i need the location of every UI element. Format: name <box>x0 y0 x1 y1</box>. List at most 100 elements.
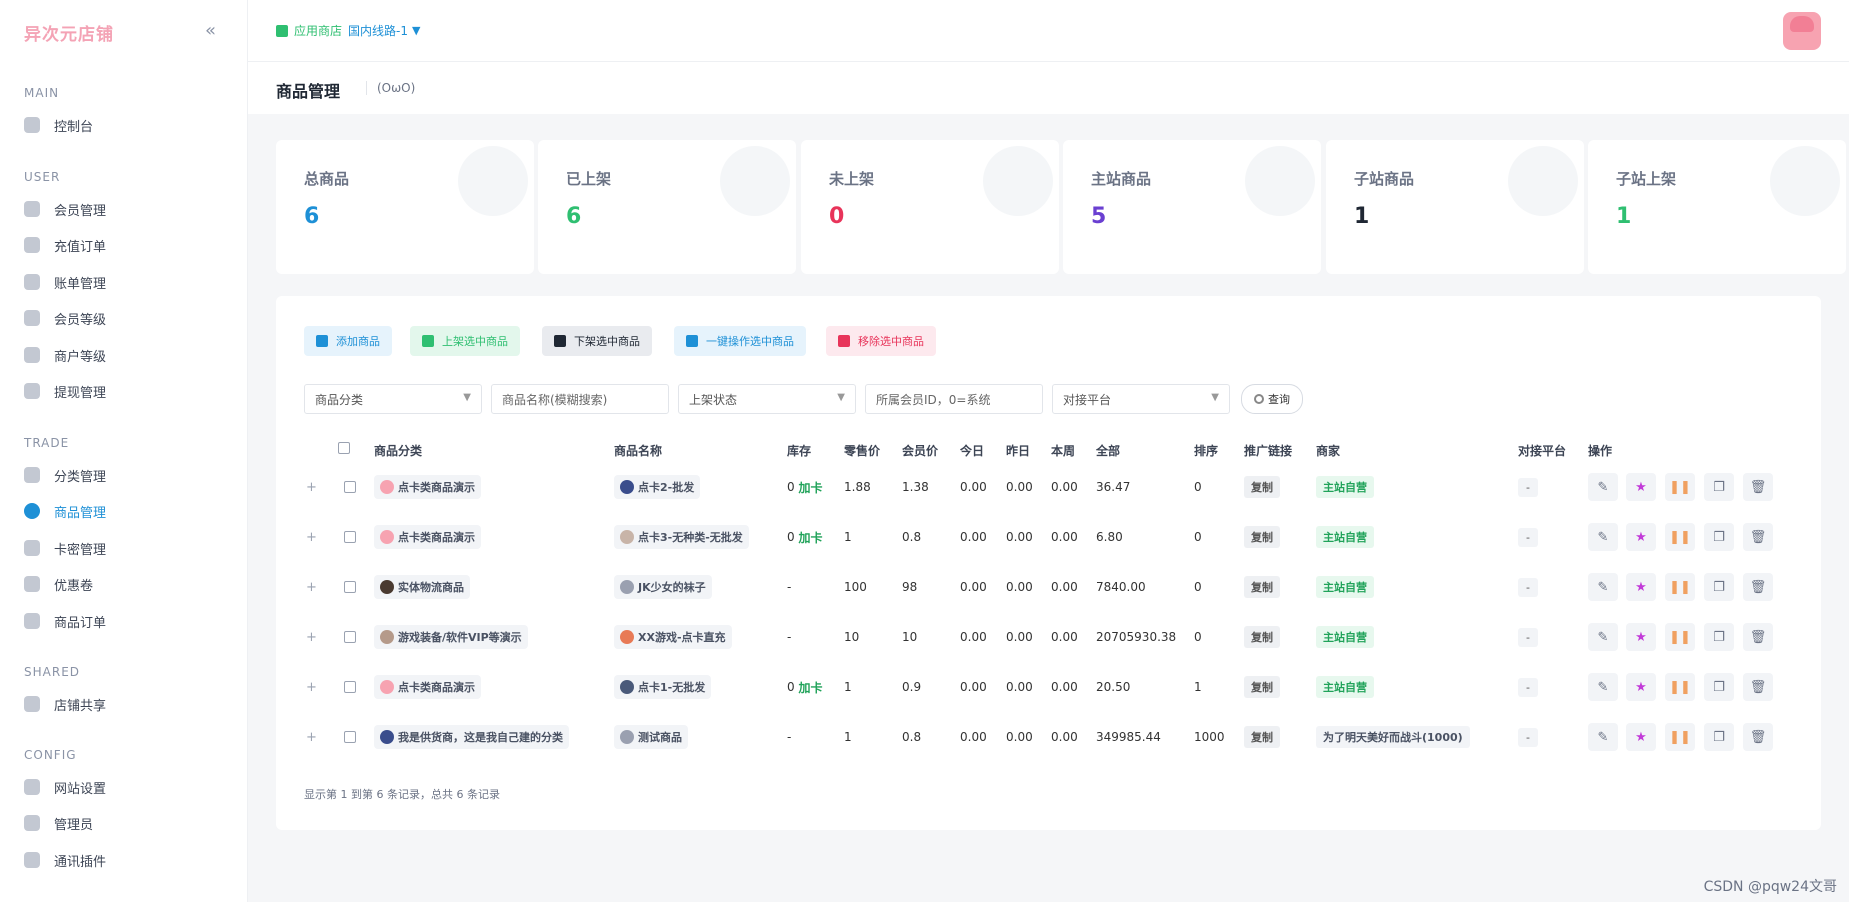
product-name-chip[interactable]: 点卡2-批发 <box>614 475 701 499</box>
copy-icon[interactable]: ❐ <box>1704 473 1734 501</box>
pause-icon[interactable]: ❚❚ <box>1665 723 1695 751</box>
copy-icon[interactable]: ❐ <box>1704 623 1734 651</box>
product-name-chip[interactable]: 测试商品 <box>614 725 688 749</box>
sidebar-item-recharge-orders[interactable]: 充值订单 <box>24 233 106 257</box>
row-checkbox[interactable] <box>344 631 356 643</box>
expand-icon[interactable]: + <box>306 680 317 695</box>
expand-icon[interactable]: + <box>306 480 317 495</box>
star-icon[interactable]: ★ <box>1626 573 1656 601</box>
store-switcher[interactable]: 应用商店 国内线路-1 ▼ <box>276 22 420 39</box>
collapse-sidebar-icon[interactable]: « <box>205 20 216 41</box>
add-product-button[interactable]: 添加商品 <box>304 326 392 356</box>
expand-icon[interactable]: + <box>306 530 317 545</box>
star-icon[interactable]: ★ <box>1626 723 1656 751</box>
avatar[interactable] <box>1783 12 1821 50</box>
sidebar-item-products[interactable]: 商品管理 <box>24 499 106 523</box>
edit-icon[interactable]: ✎ <box>1588 573 1618 601</box>
copy-icon[interactable]: ❐ <box>1704 673 1734 701</box>
unlist-selected-button[interactable]: 下架选中商品 <box>542 326 652 356</box>
edit-icon[interactable]: ✎ <box>1588 673 1618 701</box>
product-name-chip[interactable]: JK少女的袜子 <box>614 575 712 599</box>
sidebar-item-card-keys[interactable]: 卡密管理 <box>24 536 106 560</box>
product-name-chip[interactable]: XX游戏-点卡直充 <box>614 625 732 649</box>
category-select[interactable]: 商品分类 ▼ <box>304 384 482 414</box>
expand-icon[interactable]: + <box>306 630 317 645</box>
sidebar-item-dashboard[interactable]: 控制台 <box>24 113 93 137</box>
product-name-chip[interactable]: 点卡1-无批发 <box>614 675 712 699</box>
category-chip[interactable]: 我是供货商，这是我自己建的分类 <box>374 725 569 749</box>
row-checkbox[interactable] <box>344 681 356 693</box>
category-chip[interactable]: 点卡类商品演示 <box>374 525 481 549</box>
category-chip[interactable]: 点卡类商品演示 <box>374 475 481 499</box>
sidebar-item-members[interactable]: 会员管理 <box>24 197 106 221</box>
edit-icon[interactable]: ✎ <box>1588 723 1618 751</box>
sidebar-item-product-orders[interactable]: 商品订单 <box>24 609 106 633</box>
status-select[interactable]: 上架状态 ▼ <box>678 384 856 414</box>
delete-icon[interactable]: 🗑 <box>1743 623 1773 651</box>
copy-link-button[interactable]: 复制 <box>1244 476 1280 498</box>
delete-icon[interactable]: 🗑 <box>1743 523 1773 551</box>
sidebar-item-withdrawals[interactable]: 提现管理 <box>24 379 106 403</box>
add-card-link[interactable]: 加卡 <box>798 529 822 546</box>
delete-icon[interactable]: 🗑 <box>1743 673 1773 701</box>
category-chip[interactable]: 游戏装备/软件VIP等演示 <box>374 625 528 649</box>
delete-icon[interactable]: 🗑 <box>1743 573 1773 601</box>
copy-icon[interactable]: ❐ <box>1704 523 1734 551</box>
query-button[interactable]: 查询 <box>1241 384 1303 414</box>
pause-icon[interactable]: ❚❚ <box>1665 473 1695 501</box>
pause-icon[interactable]: ❚❚ <box>1665 673 1695 701</box>
pause-icon[interactable]: ❚❚ <box>1665 523 1695 551</box>
brand-logo[interactable]: 异次元店铺 <box>24 20 114 45</box>
row-checkbox[interactable] <box>344 531 356 543</box>
star-icon[interactable]: ★ <box>1626 673 1656 701</box>
star-icon[interactable]: ★ <box>1626 473 1656 501</box>
copy-icon[interactable]: ❐ <box>1704 573 1734 601</box>
sidebar-item-member-levels[interactable]: 会员等级 <box>24 306 106 330</box>
edit-icon[interactable]: ✎ <box>1588 523 1618 551</box>
member-id-input[interactable]: 所属会员ID，0=系统 <box>865 384 1043 414</box>
sidebar: 异次元店铺 « MAIN 控制台 USER 会员管理 充值订单 账单管理 会员等… <box>0 0 248 902</box>
platform-select[interactable]: 对接平台 ▼ <box>1052 384 1230 414</box>
add-card-link[interactable]: 加卡 <box>798 679 822 696</box>
expand-icon[interactable]: + <box>306 730 317 745</box>
copy-link-button[interactable]: 复制 <box>1244 526 1280 548</box>
star-icon[interactable]: ★ <box>1626 523 1656 551</box>
sidebar-item-bills[interactable]: 账单管理 <box>24 270 106 294</box>
sidebar-item-plugins[interactable]: 通讯插件 <box>24 848 106 872</box>
list-selected-button[interactable]: 上架选中商品 <box>410 326 520 356</box>
stat-card-sub-listed: 子站上架 1 <box>1588 140 1846 274</box>
copy-link-button[interactable]: 复制 <box>1244 726 1280 748</box>
expand-icon[interactable]: + <box>306 580 317 595</box>
edit-icon[interactable]: ✎ <box>1588 473 1618 501</box>
edit-icon[interactable]: ✎ <box>1588 623 1618 651</box>
product-name-input[interactable]: 商品名称(模糊搜索) <box>491 384 669 414</box>
copy-link-button[interactable]: 复制 <box>1244 576 1280 598</box>
category-chip[interactable]: 点卡类商品演示 <box>374 675 481 699</box>
sidebar-item-site-settings[interactable]: 网站设置 <box>24 775 106 799</box>
row-checkbox[interactable] <box>344 581 356 593</box>
cloud-download-icon <box>554 335 566 347</box>
row-checkbox[interactable] <box>344 731 356 743</box>
add-card-link[interactable]: 加卡 <box>798 479 822 496</box>
sidebar-item-coupons[interactable]: 优惠卷 <box>24 572 93 596</box>
sidebar-item-merchant-levels[interactable]: 商户等级 <box>24 343 106 367</box>
pause-icon[interactable]: ❚❚ <box>1665 573 1695 601</box>
sidebar-item-categories[interactable]: 分类管理 <box>24 463 106 487</box>
star-icon[interactable]: ★ <box>1626 623 1656 651</box>
select-all-checkbox[interactable] <box>338 442 350 457</box>
row-checkbox[interactable] <box>344 481 356 493</box>
product-name-chip[interactable]: 点卡3-无种类-无批发 <box>614 525 749 549</box>
share-icon <box>24 696 40 712</box>
pause-icon[interactable]: ❚❚ <box>1665 623 1695 651</box>
sidebar-item-admins[interactable]: 管理员 <box>24 811 93 835</box>
category-chip[interactable]: 实体物流商品 <box>374 575 470 599</box>
copy-link-button[interactable]: 复制 <box>1244 626 1280 648</box>
bulk-action-button[interactable]: 一键操作选中商品 <box>674 326 806 356</box>
delete-icon[interactable]: 🗑 <box>1743 723 1773 751</box>
remove-selected-button[interactable]: 移除选中商品 <box>826 326 936 356</box>
copy-link-button[interactable]: 复制 <box>1244 676 1280 698</box>
copy-icon[interactable]: ❐ <box>1704 723 1734 751</box>
merchant-badge[interactable]: 为了明天美好而战斗(1000) <box>1316 726 1470 748</box>
sidebar-item-store-sharing[interactable]: 店铺共享 <box>24 692 106 716</box>
delete-icon[interactable]: 🗑 <box>1743 473 1773 501</box>
